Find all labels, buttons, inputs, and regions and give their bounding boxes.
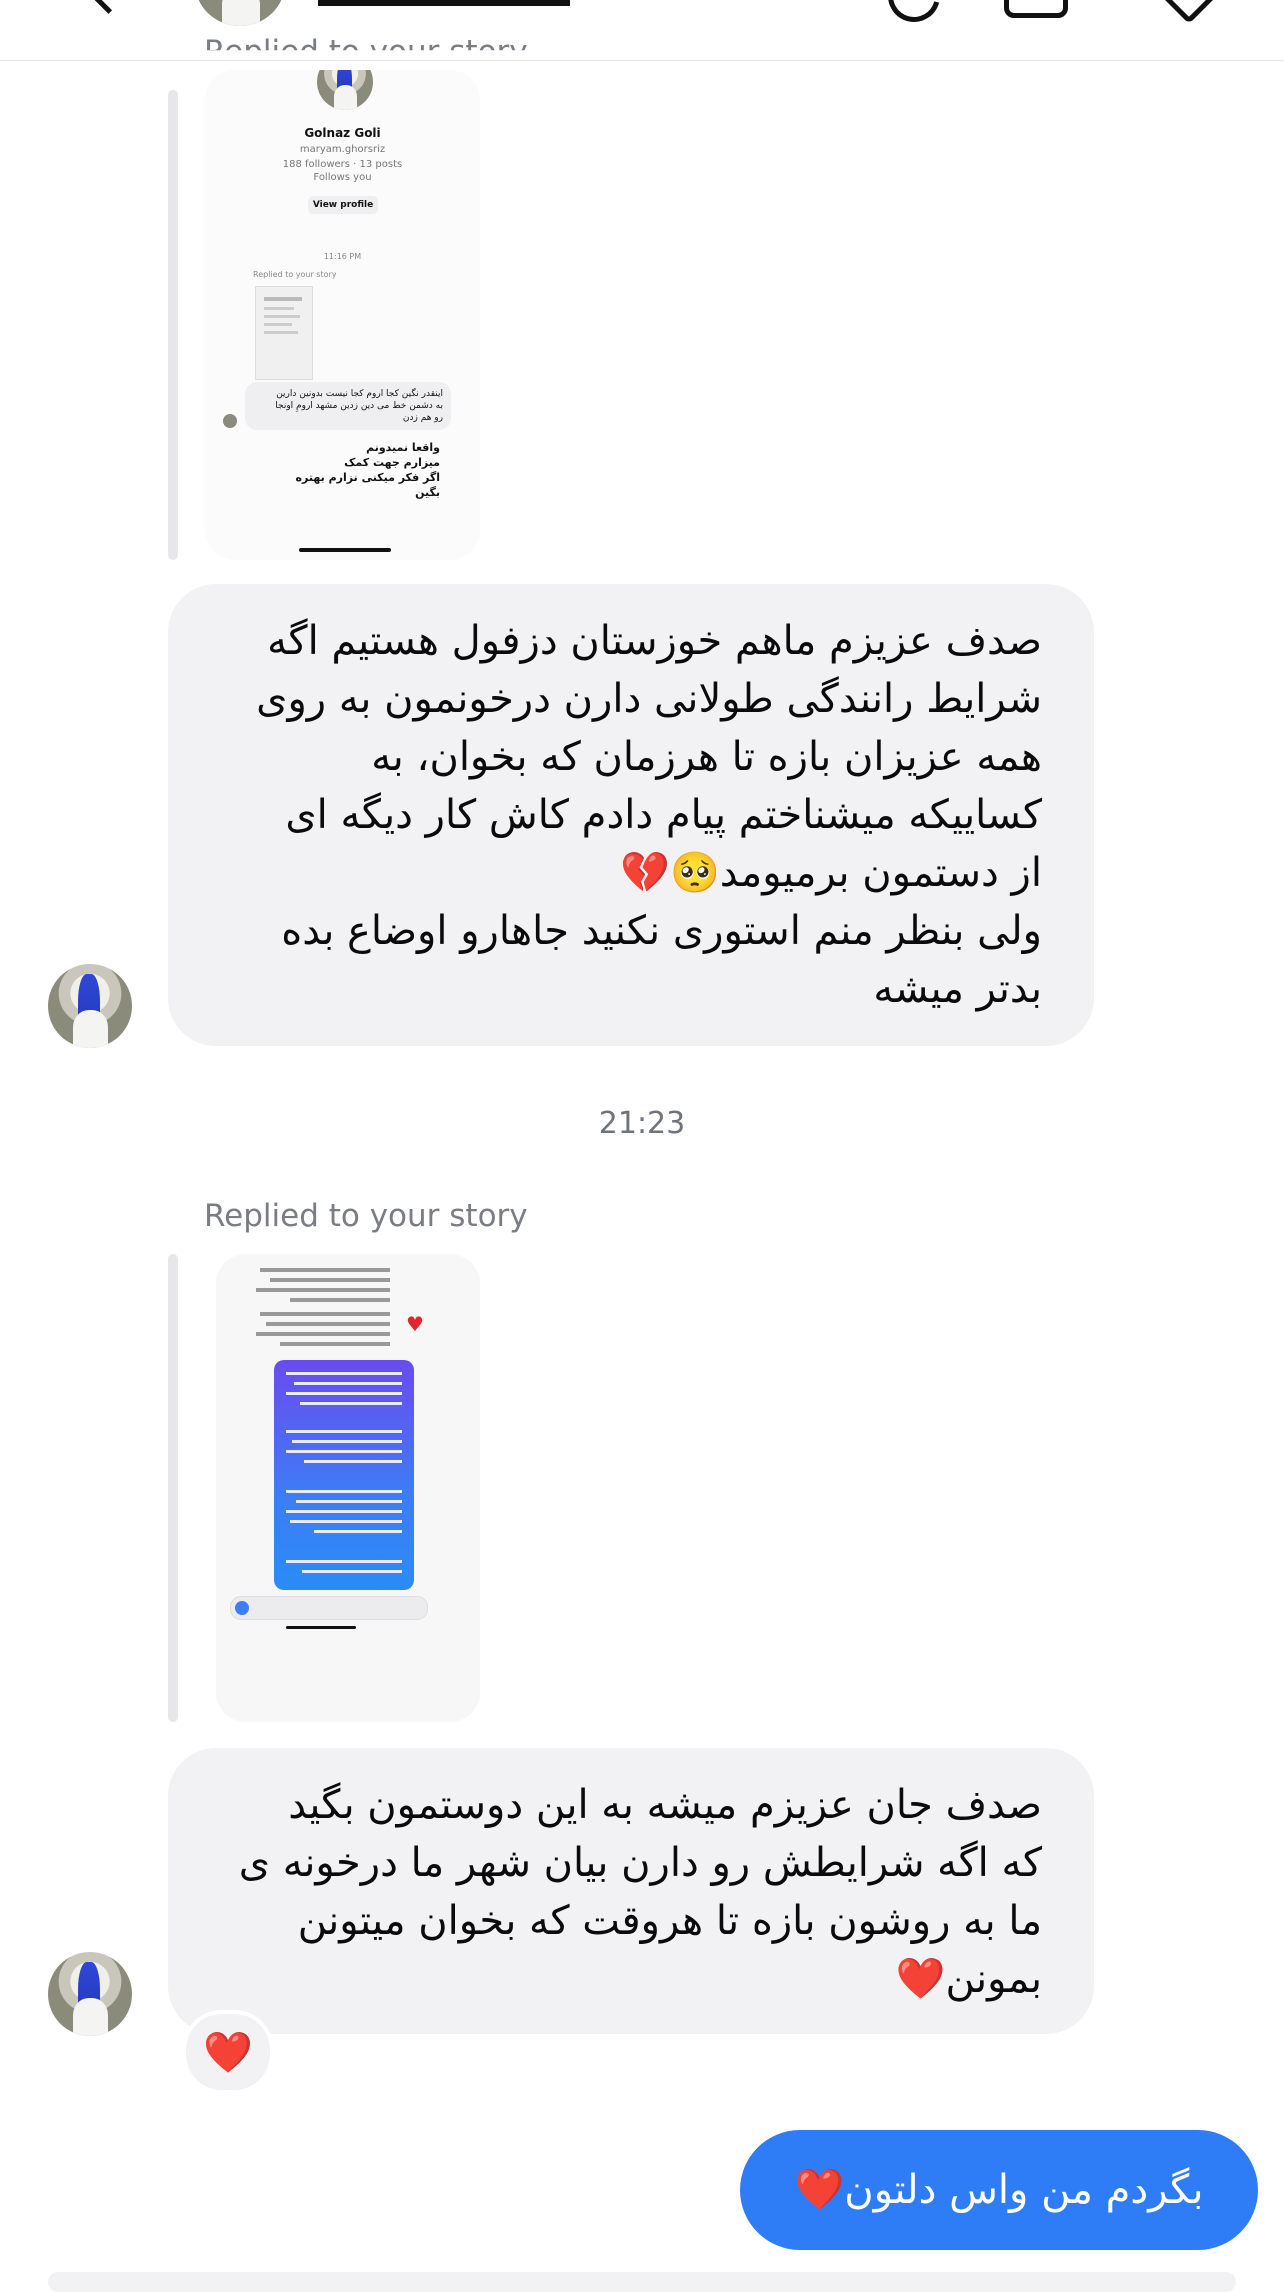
audio-call-icon[interactable]	[878, 0, 950, 32]
story-inner-text-block	[250, 1262, 398, 1352]
story-inner-reply: واقعا نمیدونم میزارم جهت کمک اگر فکر میک…	[295, 441, 440, 499]
heart-reaction-icon: ❤️	[203, 2029, 253, 2076]
story-reply-bar	[168, 1254, 178, 1722]
video-call-icon[interactable]	[1004, 0, 1068, 18]
timestamp: 21:23	[598, 1106, 686, 1141]
story-inner-avatar	[223, 414, 237, 428]
incoming-message-bubble[interactable]: صدف جان عزیزم میشه به این دوستمون بگید ک…	[168, 1748, 1094, 2034]
heart-reaction[interactable]: ❤️	[182, 2010, 274, 2094]
story-thumbnail[interactable]: Golnaz Goli maryam.ghorsriz 188 follower…	[205, 70, 480, 560]
story-reply-bar	[168, 90, 178, 560]
story-home-indicator	[299, 548, 391, 552]
sender-avatar[interactable]	[48, 964, 132, 1048]
story-inner-replied: Replied to your story	[253, 270, 337, 279]
story-profile-stats: 188 followers · 13 posts	[282, 159, 403, 170]
story-follows-you: Follows you	[313, 172, 372, 183]
story-thumbnail[interactable]: ♥	[216, 1254, 480, 1722]
story-view-profile-button: View profile	[308, 196, 378, 214]
back-icon[interactable]	[85, 0, 132, 14]
incoming-message-bubble[interactable]: صدف عزیزم ماهم خوزستان دزفول هستیم اگه ش…	[168, 584, 1094, 1046]
story-home-indicator	[286, 1626, 356, 1629]
story-inner-bubble: اینقدر نگین کجا اروم کجا نیست بدونین دار…	[245, 382, 451, 430]
header-avatar[interactable]	[195, 0, 285, 26]
header-username-redacted[interactable]	[318, 0, 570, 6]
story-inner-thumbnail	[255, 286, 313, 380]
story-profile-avatar	[317, 70, 373, 110]
story-profile-name: Golnaz Goli	[304, 126, 381, 140]
message-composer-edge[interactable]	[48, 2272, 1236, 2292]
story-profile-handle: maryam.ghorsriz	[299, 144, 386, 155]
story-blue-message	[274, 1360, 414, 1590]
story-time: 11:16 PM	[323, 252, 362, 261]
replied-to-story-label: Replied to your story	[204, 1198, 528, 1234]
camera-icon	[235, 1601, 249, 1615]
tag-icon[interactable]	[1155, 0, 1223, 24]
outgoing-message-bubble[interactable]: بگردم من واس دلتون❤️	[740, 2130, 1258, 2250]
story-message-composer	[230, 1596, 428, 1620]
sender-avatar[interactable]	[48, 1952, 132, 2036]
heart-icon: ♥	[406, 1312, 424, 1336]
chat-header	[0, 0, 1284, 61]
